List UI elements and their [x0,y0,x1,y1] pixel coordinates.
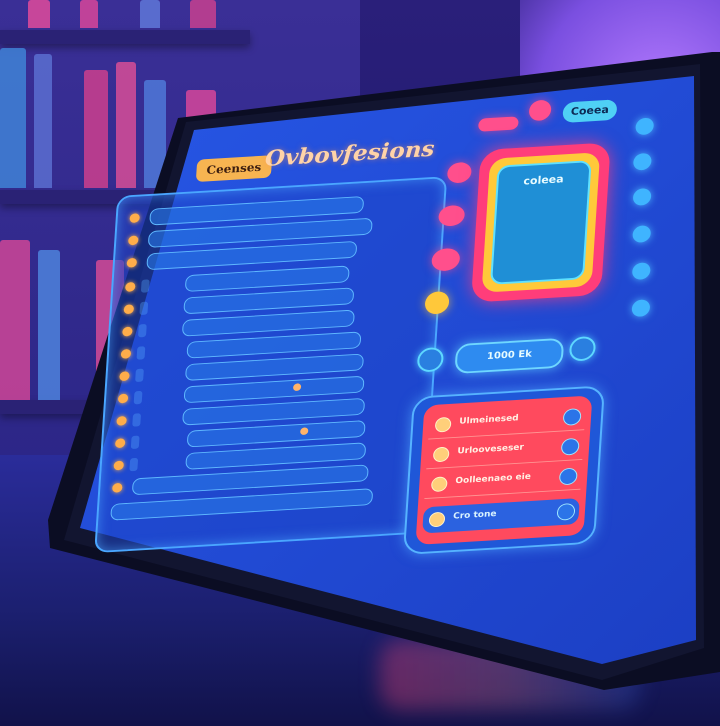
row-label [130,435,140,450]
circle-button-icon[interactable] [560,437,580,456]
display-line [509,196,576,209]
decor-blob [528,99,552,122]
action-button[interactable]: 1000 Ek [454,337,565,375]
display-title: coleea [523,172,565,188]
display-card[interactable]: coleea [470,142,611,303]
list-field[interactable] [184,265,350,292]
tablet-device: Coeea Ceenses Ovbovfesions coleea 1000 E… [0,0,720,726]
row-label [135,368,144,383]
menu-item[interactable]: Cro tone [422,498,580,534]
decor-blob [437,204,466,227]
circle-icon [434,416,452,433]
bullet-icon [112,482,123,493]
bullet-icon [114,438,126,449]
display-line [506,247,573,260]
corner-label[interactable]: Coeea [562,99,618,123]
bullet-icon [127,235,139,246]
side-dot-icon[interactable] [632,188,652,206]
bullet-icon [120,348,132,359]
menu-item-label: Urlooveseser [457,443,525,457]
circle-button-icon[interactable] [562,408,582,426]
menu-item-label: Cro tone [452,509,497,522]
tablet-screen: Coeea Ceenses Ovbovfesions coleea 1000 E… [51,87,700,608]
bullet-icon [129,213,140,224]
row-label [136,346,146,360]
display-line [507,226,574,239]
toggle-knob-icon [292,383,302,392]
bullet-icon [119,371,130,382]
circle-icon [430,476,448,493]
row-label [132,413,142,427]
bullet-icon [117,393,129,404]
bullet-icon [123,304,135,315]
menu-panel: Ulmeinesed Urlooveseser Oolleenaeo eie C… [402,385,606,555]
side-dot-icon[interactable] [632,225,652,243]
circle-icon [432,446,450,463]
tool-button-icon[interactable] [568,335,597,362]
bullet-icon [126,257,138,268]
menu-item-label: Oolleenaeo eie [455,472,532,487]
decor-blob [424,290,450,315]
circle-button-icon[interactable] [556,502,576,521]
display-screen: coleea [490,160,592,285]
bullet-icon [113,460,125,471]
side-dot-icon[interactable] [632,152,652,171]
circle-button-icon[interactable] [558,467,578,486]
side-dot-icon[interactable] [631,262,651,280]
row-label [129,457,139,472]
menu-item-label: Ulmeinesed [458,413,519,427]
brand-pill[interactable]: Ceenses [195,155,272,183]
row-label [139,301,149,316]
side-dot-icon[interactable] [635,117,655,136]
display-line [508,211,575,224]
page-title: Ovbovfesions [264,136,436,172]
settings-list-panel [94,176,448,554]
row-label [140,279,150,293]
bullet-icon [116,415,127,426]
bullet-icon [122,326,133,337]
menu-item[interactable]: Oolleenaeo eie [424,462,583,500]
decor-blob [446,161,473,184]
circle-icon [428,511,446,528]
side-dot-icon[interactable] [631,299,651,318]
decor-blob [477,116,519,132]
menu-list: Ulmeinesed Urlooveseser Oolleenaeo eie C… [415,395,593,545]
row-label [137,323,147,338]
row-label [133,390,143,405]
bullet-icon [124,281,136,292]
toggle-knob-icon [300,427,309,436]
